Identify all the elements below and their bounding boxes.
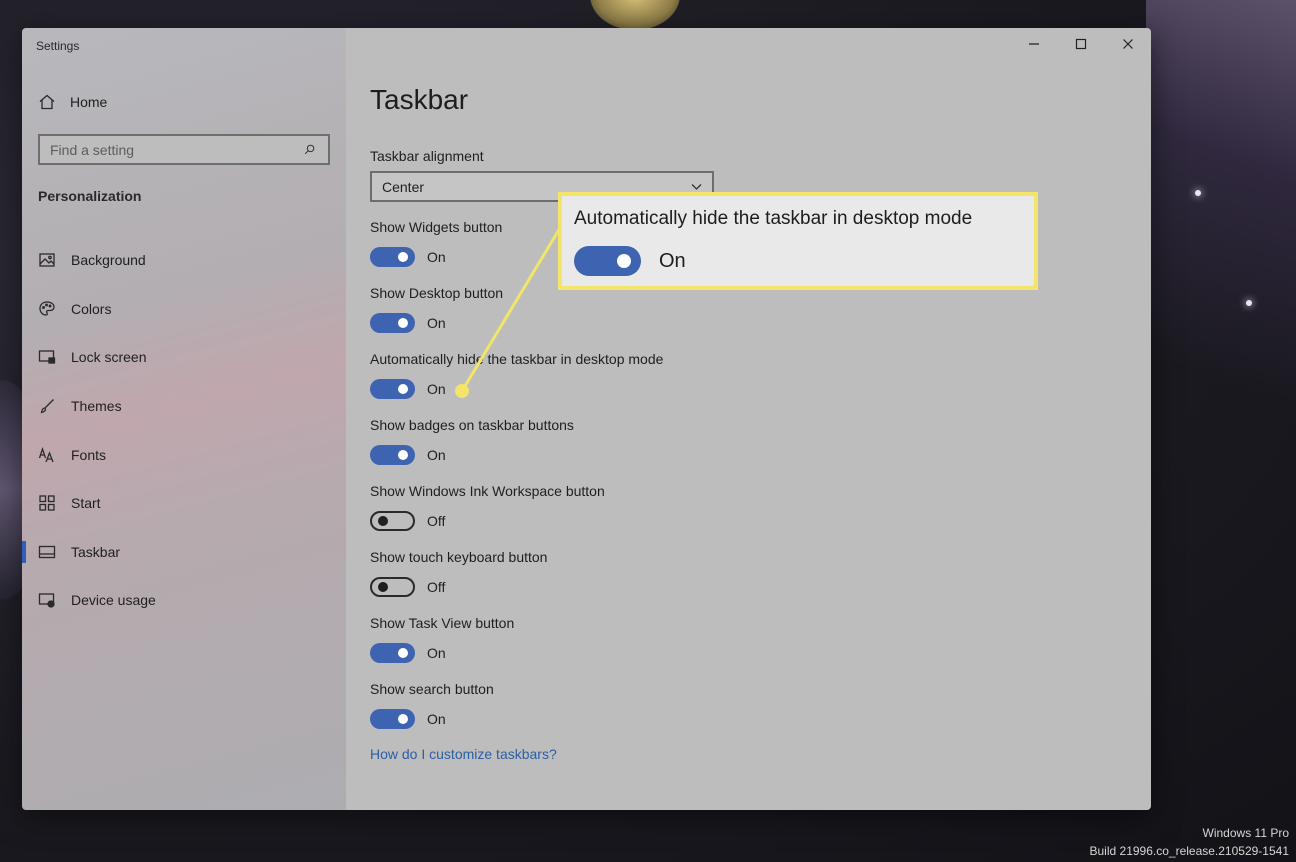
sidebar-item-colors[interactable]: Colors (22, 285, 346, 334)
sidebar-item-label: Taskbar (71, 543, 121, 560)
device-usage-icon (38, 591, 56, 609)
image-icon (38, 251, 56, 269)
wallpaper-sparkle (1246, 300, 1252, 306)
task-view-toggle[interactable] (370, 643, 415, 663)
os-watermark: Windows 11 Pro Build 21996.co_release.21… (1090, 824, 1290, 860)
setting-search: On (370, 709, 446, 729)
toggle-state: On (427, 711, 446, 727)
search-input[interactable] (50, 141, 300, 158)
callout-state: On (659, 249, 686, 272)
toggle-state: On (427, 315, 446, 331)
settings-window: Settings Home Personalization Background… (22, 28, 1151, 810)
section-heading: Personalization (38, 188, 142, 204)
sidebar-item-label: Fonts (71, 446, 107, 463)
wallpaper-bloom (590, 0, 680, 30)
setting-label-search: Show search button (370, 681, 494, 697)
maximize-icon (1075, 38, 1086, 50)
alignment-value: Center (382, 178, 425, 195)
toggle-state: On (427, 381, 446, 397)
setting-widgets: On (370, 247, 446, 267)
sidebar-home[interactable]: Home (38, 92, 107, 112)
lock-screen-icon (38, 348, 56, 366)
setting-label-task-view: Show Task View button (370, 615, 515, 631)
callout-box: Automatically hide the taskbar in deskto… (558, 192, 1038, 290)
setting-ink: Off (370, 511, 445, 531)
sidebar-item-device-usage[interactable]: Device usage (22, 576, 346, 625)
sidebar-item-label: Colors (71, 300, 112, 317)
sidebar-item-label: Start (71, 495, 101, 512)
setting-label-desktop: Show Desktop button (370, 285, 504, 301)
taskbar-icon (38, 543, 56, 561)
callout-toggle-row: On (574, 246, 686, 276)
watermark-edition: Windows 11 Pro (1202, 826, 1289, 840)
sidebar-item-lock-screen[interactable]: Lock screen (22, 333, 346, 382)
sidebar-item-label: Themes (71, 398, 122, 415)
sidebar-item-themes[interactable]: Themes (22, 382, 346, 431)
search-button-toggle[interactable] (370, 709, 415, 729)
sidebar-home-label: Home (70, 94, 108, 110)
main-content: Taskbar Taskbar alignment Center Show Wi… (346, 28, 1151, 810)
font-icon (38, 446, 56, 464)
minimize-icon (1028, 43, 1039, 45)
setting-touch-keyboard: Off (370, 577, 445, 597)
minimize-button[interactable] (1010, 28, 1057, 60)
sidebar-item-taskbar[interactable]: Taskbar (22, 528, 346, 577)
wallpaper-sparkle (1195, 190, 1201, 196)
page-title: Taskbar (370, 84, 469, 115)
setting-label-autohide: Automatically hide the taskbar in deskto… (370, 351, 664, 367)
sidebar-item-label: Lock screen (71, 349, 147, 366)
autohide-toggle[interactable] (370, 379, 415, 399)
widgets-toggle[interactable] (370, 247, 415, 267)
callout-title: Automatically hide the taskbar in deskto… (574, 208, 973, 229)
brush-icon (38, 397, 56, 415)
sidebar-nav: Background Colors Lock screen Themes Fon… (22, 236, 346, 625)
home-icon (38, 93, 56, 111)
search-box[interactable] (38, 134, 330, 165)
close-icon (1122, 39, 1133, 49)
toggle-state: On (427, 645, 446, 661)
toggle-state: Off (427, 513, 446, 529)
toggle-state: Off (427, 579, 446, 595)
help-link[interactable]: How do I customize taskbars? (370, 746, 557, 762)
setting-label-widgets: Show Widgets button (370, 219, 503, 235)
setting-label-badges: Show badges on taskbar buttons (370, 417, 574, 433)
chevron-down-icon (691, 184, 702, 190)
callout-toggle (574, 246, 641, 276)
app-title: Settings (36, 39, 80, 53)
setting-label-touch-keyboard: Show touch keyboard button (370, 549, 548, 565)
search-icon[interactable] (300, 141, 318, 159)
sidebar-item-label: Background (71, 252, 146, 269)
touch-keyboard-toggle[interactable] (370, 577, 415, 597)
setting-label-ink: Show Windows Ink Workspace button (370, 483, 605, 499)
badges-toggle[interactable] (370, 445, 415, 465)
start-grid-icon (38, 494, 56, 512)
palette-icon (38, 300, 56, 318)
setting-badges: On (370, 445, 446, 465)
setting-task-view: On (370, 643, 446, 663)
setting-autohide: On (370, 379, 446, 399)
window-controls (1010, 28, 1151, 60)
desktop-button-toggle[interactable] (370, 313, 415, 333)
toggle-state: On (427, 447, 446, 463)
sidebar-item-fonts[interactable]: Fonts (22, 430, 346, 479)
setting-desktop: On (370, 313, 446, 333)
sidebar: Settings Home Personalization Background… (22, 28, 346, 810)
ink-workspace-toggle[interactable] (370, 511, 415, 531)
sidebar-item-label: Device usage (71, 592, 156, 609)
close-button[interactable] (1104, 28, 1151, 60)
wallpaper-swirl (1146, 0, 1296, 460)
toggle-state: On (427, 249, 446, 265)
alignment-label: Taskbar alignment (370, 148, 484, 164)
watermark-build: Build 21996.co_release.210529-1541 (1089, 844, 1290, 858)
sidebar-item-start[interactable]: Start (22, 479, 346, 528)
maximize-button[interactable] (1057, 28, 1104, 60)
sidebar-item-background[interactable]: Background (22, 236, 346, 285)
